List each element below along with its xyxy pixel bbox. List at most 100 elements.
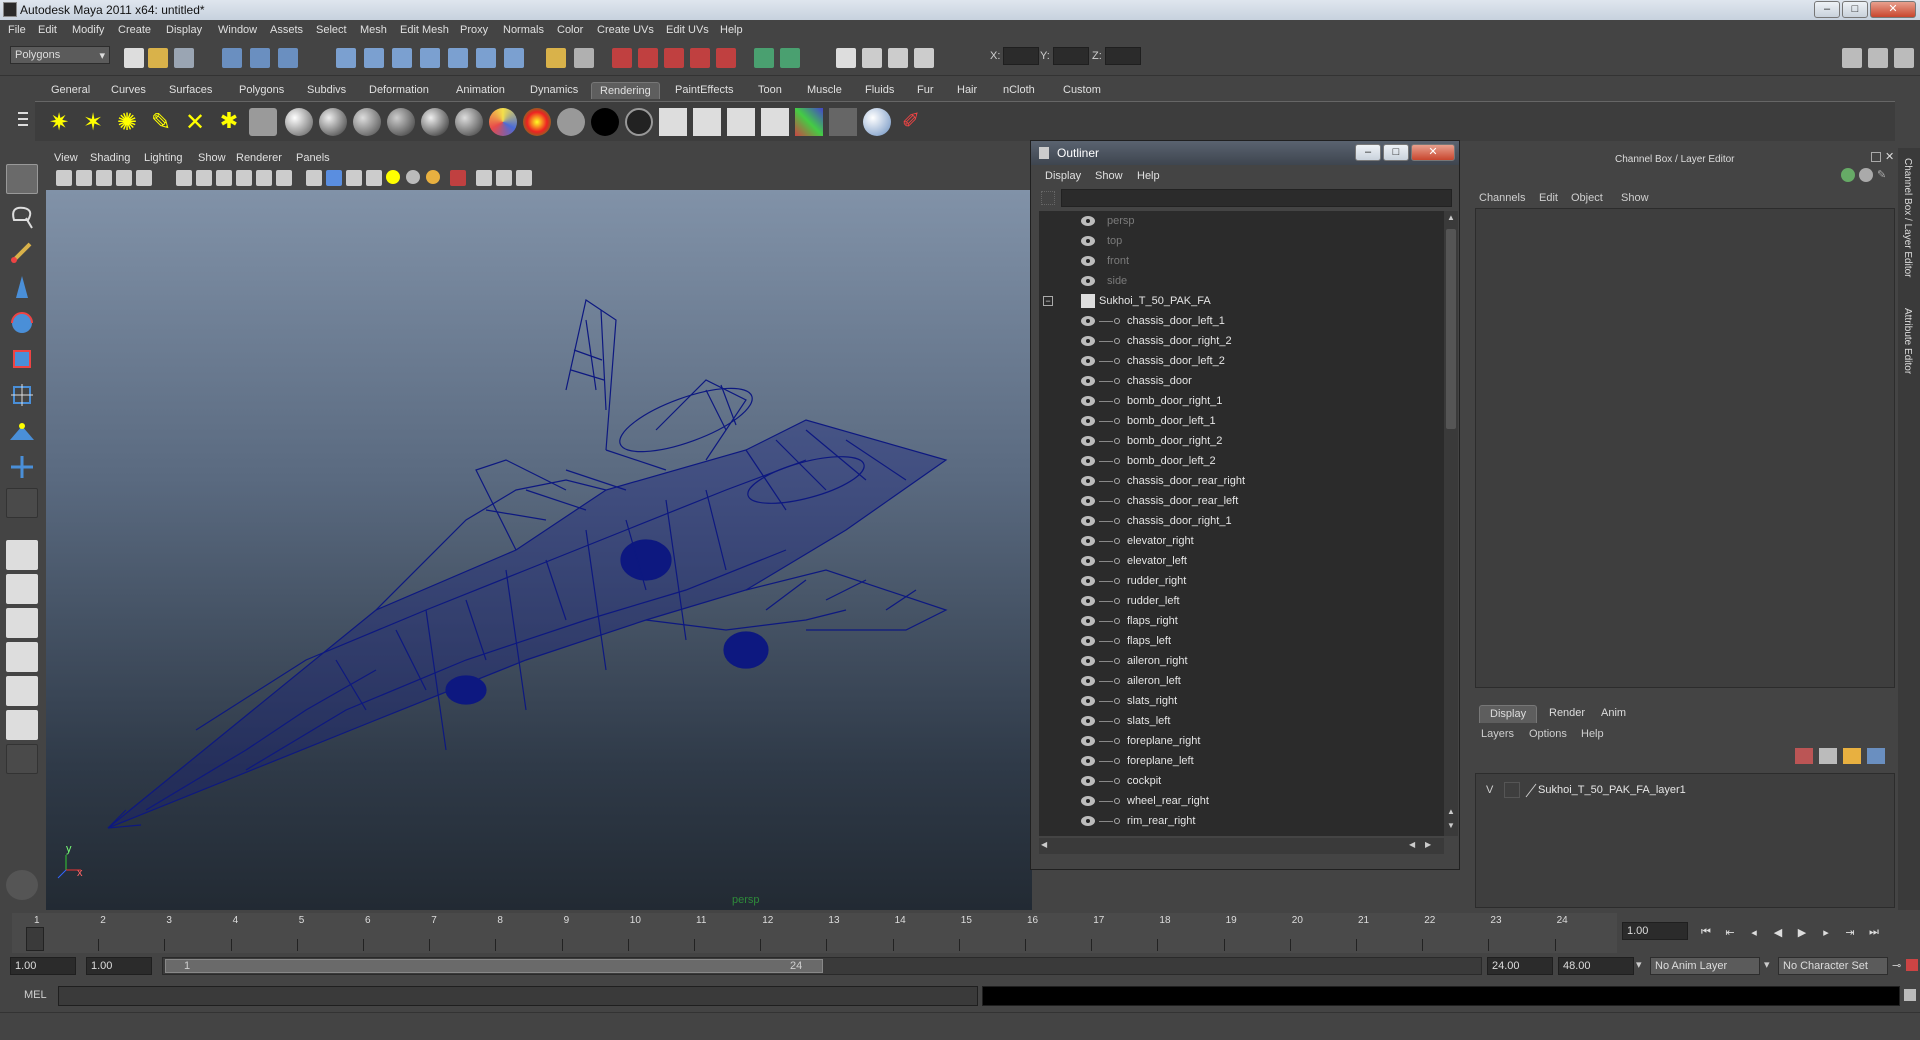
layered-shader-icon[interactable] <box>455 108 483 136</box>
soft-mod-icon[interactable] <box>6 416 38 446</box>
maya-help-icon[interactable] <box>6 870 38 900</box>
viewport-menu-panels[interactable]: Panels <box>296 152 330 164</box>
four-pane-layout-icon[interactable] <box>6 574 38 604</box>
field-chart-icon[interactable] <box>256 170 272 186</box>
shelf-options-icon[interactable] <box>18 106 28 136</box>
outliner-filter-field[interactable] <box>1061 189 1452 207</box>
bookmarks-icon[interactable] <box>96 170 112 186</box>
help-icon[interactable] <box>504 48 524 68</box>
outliner-scroll-thumb[interactable] <box>1446 229 1456 429</box>
isolate-select-icon[interactable] <box>450 170 466 186</box>
character-set-dropdown[interactable]: No Character Set <box>1778 957 1888 975</box>
collapse-icon[interactable]: − <box>1043 296 1053 306</box>
shelf-tab-fluids[interactable]: Fluids <box>857 82 902 99</box>
outliner-item[interactable]: bomb_door_left_2 <box>1039 451 1444 471</box>
last-tool-icon[interactable] <box>6 488 38 518</box>
outliner-minimize-button[interactable]: – <box>1355 144 1381 161</box>
outliner-maximize-button[interactable]: □ <box>1383 144 1409 161</box>
x-field[interactable] <box>1003 47 1039 65</box>
key-icon[interactable] <box>1841 168 1855 182</box>
camera-attributes-icon[interactable] <box>76 170 92 186</box>
move-tool-icon[interactable] <box>6 272 38 302</box>
perspective-viewport[interactable]: y x persp <box>46 190 1032 910</box>
batch-render-icon[interactable] <box>727 108 755 136</box>
menu-normals[interactable]: Normals <box>503 24 544 36</box>
outliner-item-root[interactable]: − Sukhoi_T_50_PAK_FA <box>1039 291 1444 311</box>
cb-show-menu[interactable]: Show <box>1621 192 1649 204</box>
menu-create-uvs[interactable]: Create UVs <box>597 24 654 36</box>
toggle-attribute-editor-icon[interactable] <box>1842 48 1862 68</box>
outliner-item[interactable]: elevator_right <box>1039 531 1444 551</box>
shelf-tab-dynamics[interactable]: Dynamics <box>522 82 586 99</box>
menu-display[interactable]: Display <box>166 24 202 36</box>
menu-mesh[interactable]: Mesh <box>360 24 387 36</box>
shelf-tab-surfaces[interactable]: Surfaces <box>161 82 220 99</box>
layer-editor-icon[interactable] <box>914 48 934 68</box>
select-object-icon[interactable] <box>250 48 270 68</box>
outliner-item[interactable]: chassis_door_left_1 <box>1039 311 1444 331</box>
default-light-icon[interactable] <box>386 170 400 184</box>
outliner-item[interactable]: rudder_right <box>1039 571 1444 591</box>
playback-start-field[interactable]: 1.00 <box>86 957 152 975</box>
y-field[interactable] <box>1053 47 1089 65</box>
lock-icon[interactable] <box>546 48 566 68</box>
panel-icon[interactable] <box>780 48 800 68</box>
filter-icon[interactable] <box>1041 191 1055 205</box>
channel-box-icon[interactable] <box>888 48 908 68</box>
paint-shader-icon[interactable] <box>863 108 891 136</box>
ramp-shader-icon[interactable] <box>489 108 517 136</box>
channels-menu[interactable]: Channels <box>1479 192 1525 204</box>
layer-help-menu[interactable]: Help <box>1581 728 1604 740</box>
playback-end-field[interactable]: 24.00 <box>1487 957 1553 975</box>
shadows-icon[interactable] <box>426 170 440 184</box>
outliner-horizontal-scrollbar[interactable]: ◀ ◀ ▶ <box>1039 838 1444 854</box>
film-gate-icon[interactable] <box>196 170 212 186</box>
menu-create[interactable]: Create <box>118 24 151 36</box>
layer-display-type-toggle[interactable] <box>1504 782 1520 798</box>
scroll-left-icon[interactable]: ◀ <box>1409 840 1421 852</box>
go-to-end-icon[interactable]: ⏭ <box>1866 926 1882 940</box>
scroll-up-icon[interactable]: ▲ <box>1446 807 1456 819</box>
select-tool-icon[interactable] <box>6 164 38 194</box>
wireframe-icon[interactable] <box>306 170 322 186</box>
surface-shader-icon[interactable] <box>523 108 551 136</box>
ambient-light-icon[interactable]: ✷ <box>45 108 73 136</box>
layer-tab-display[interactable]: Display <box>1479 705 1538 723</box>
paint-brush-icon[interactable]: ✐ <box>897 108 925 136</box>
tool-settings-icon[interactable] <box>862 48 882 68</box>
outliner-item[interactable]: bomb_door_right_2 <box>1039 431 1444 451</box>
viewport-menu-show[interactable]: Show <box>198 152 226 164</box>
menu-select[interactable]: Select <box>316 24 347 36</box>
mel-label[interactable]: MEL <box>24 989 47 1001</box>
outliner-item[interactable]: bomb_door_right_1 <box>1039 391 1444 411</box>
layer-name[interactable]: Sukhoi_T_50_PAK_FA_layer1 <box>1538 784 1686 796</box>
shelf-tab-subdivs[interactable]: Subdivs <box>299 82 354 99</box>
smooth-shade-icon[interactable] <box>326 170 342 186</box>
outliner-item[interactable]: aileron_left <box>1039 671 1444 691</box>
shelf-tab-fur[interactable]: Fur <box>909 82 942 99</box>
scroll-up-icon[interactable]: ▲ <box>1446 213 1456 225</box>
maximize-button[interactable]: □ <box>1842 1 1868 18</box>
all-lights-icon[interactable] <box>406 170 420 184</box>
current-time-indicator[interactable] <box>26 927 44 951</box>
menu-color[interactable]: Color <box>557 24 583 36</box>
shelf-tab-general[interactable]: General <box>43 82 98 99</box>
layer-color-swatch[interactable] <box>1524 782 1538 798</box>
side-tab-channel-box[interactable]: Channel Box / Layer Editor <box>1902 158 1913 278</box>
outliner-item[interactable]: flaps_left <box>1039 631 1444 651</box>
scroll-down-icon[interactable]: ▼ <box>1446 821 1456 833</box>
menu-modify[interactable]: Modify <box>72 24 104 36</box>
outliner-item[interactable]: foreplane_right <box>1039 731 1444 751</box>
universal-manipulator-icon[interactable] <box>6 380 38 410</box>
side-tab-attribute-editor[interactable]: Attribute Editor <box>1902 308 1913 374</box>
hypershade-icon[interactable] <box>690 48 710 68</box>
outliner-item[interactable]: bomb_door_left_1 <box>1039 411 1444 431</box>
shelf-tab-ncloth[interactable]: nCloth <box>995 82 1043 99</box>
select-component-icon[interactable] <box>278 48 298 68</box>
viewport-menu-view[interactable]: View <box>54 152 78 164</box>
render-icon[interactable] <box>659 108 687 136</box>
more-layouts-icon[interactable] <box>6 744 38 774</box>
blinn-material-icon[interactable] <box>285 108 313 136</box>
shelf-tab-muscle[interactable]: Muscle <box>799 82 850 99</box>
menu-help[interactable]: Help <box>720 24 743 36</box>
